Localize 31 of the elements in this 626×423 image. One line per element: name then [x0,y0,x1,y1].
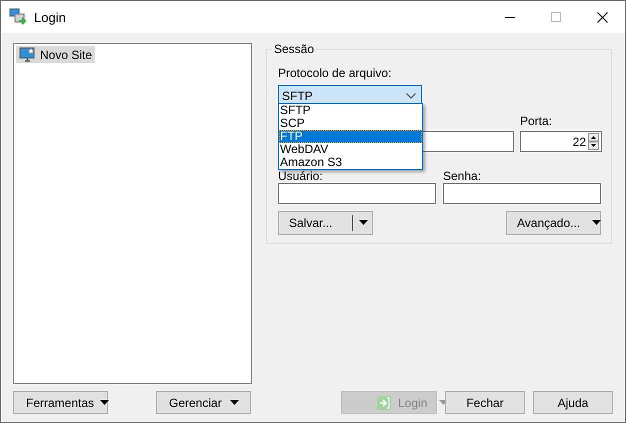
app-icon [9,8,27,26]
help-button[interactable]: Ajuda [533,391,613,414]
monitor-icon [19,47,36,62]
field-label: Porta: [520,114,554,128]
protocol-option[interactable]: SFTP [279,104,422,117]
group-title: Sessão [272,42,316,56]
maximize-icon [551,12,561,22]
field-label: Senha: [443,170,482,182]
save-button[interactable]: Salvar... [278,211,373,235]
password-field[interactable] [443,183,601,204]
user-field[interactable] [278,183,436,204]
tools-button[interactable]: Ferramentas [13,391,108,414]
manage-button[interactable]: Gerenciar [156,391,251,414]
protocol-option[interactable]: FTP [279,130,422,143]
field-label: Protocolo de arquivo: [278,66,392,80]
caret-icon [592,220,602,226]
spinner-icon [588,133,599,150]
port-field[interactable]: 22 [520,131,602,152]
close-dialog-button[interactable]: Fechar [445,391,525,414]
caret-icon [359,220,369,226]
caret-icon [100,400,110,406]
window-title: Login [34,10,66,24]
close-icon [596,12,608,22]
caret-icon [230,400,240,406]
chevron-down-icon [406,92,416,98]
advanced-button[interactable]: Avançado... [506,211,601,235]
protocol-option[interactable]: Amazon S3 [279,156,422,169]
field-label: Usuário: [278,170,323,182]
site-item[interactable]: Novo Site [16,46,96,63]
protocol-option[interactable]: SCP [279,117,422,130]
protocol-option[interactable]: WebDAV [279,143,422,156]
